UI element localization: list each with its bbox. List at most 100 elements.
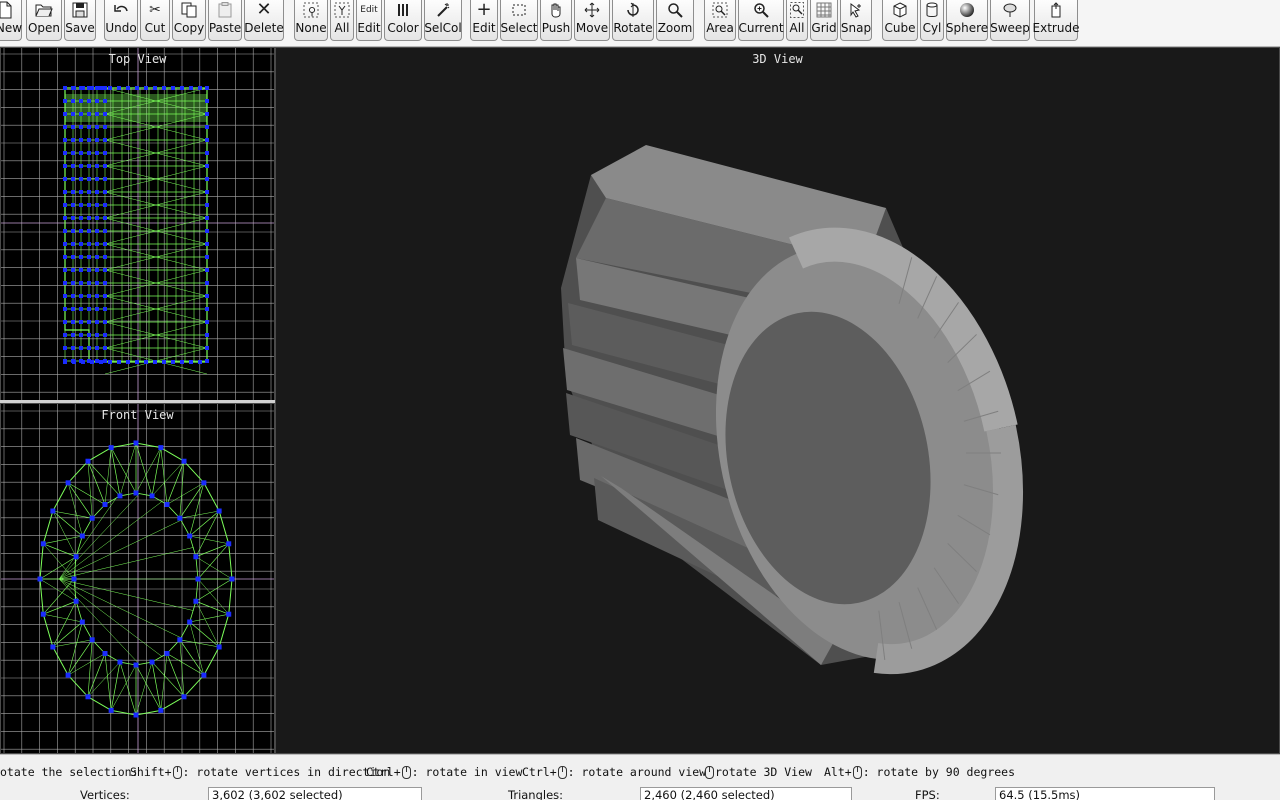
select-tool-button[interactable]: Select (500, 0, 538, 41)
cyl-label: Cyl (922, 21, 942, 35)
undo-label: Undo (105, 21, 137, 35)
sphere-icon (947, 0, 987, 20)
hint-action: rotate 3D View (715, 765, 812, 779)
front-view-viewport[interactable]: Front View (0, 403, 275, 754)
copy-label: Copy (173, 21, 205, 35)
delete-button[interactable]: ✕ Delete (244, 0, 284, 41)
zoom-label: Zoom (657, 21, 693, 35)
move-button[interactable]: Move (574, 0, 610, 41)
x-delete-icon: ✕ (256, 0, 272, 20)
edit-mode-icon: Edit (360, 4, 378, 15)
triangles-count: 2,460 (2,460 selected) (640, 787, 852, 800)
mouse-icon (705, 765, 714, 779)
paste-button[interactable]: Paste (208, 0, 242, 41)
sphere-label: Sphere (945, 21, 989, 35)
copy-button[interactable]: Copy (172, 0, 206, 41)
rotate-icon (613, 0, 653, 20)
3d-view-canvas[interactable] (276, 48, 1280, 754)
cut-button[interactable]: ✂ Cut (140, 0, 170, 41)
3d-view-viewport[interactable]: 3D View (275, 47, 1280, 754)
color-button[interactable]: Color (384, 0, 422, 41)
hint-drag-3d: rotate 3D View (704, 765, 812, 779)
select-all-button[interactable]: All (330, 0, 354, 41)
top-view-viewport[interactable]: Top View (0, 47, 275, 401)
top-wireframe (64, 87, 208, 375)
fps-value: 64.5 (15.5ms) (995, 787, 1215, 800)
paste-label: Paste (208, 21, 242, 35)
top-view-canvas[interactable] (1, 48, 275, 401)
sphere-button[interactable]: Sphere (946, 0, 988, 41)
hint-rotate-selection: otate the selection: (0, 765, 138, 779)
toolbar: New Open Save Undo ✂ Cut Copy Paste ✕ De… (0, 0, 1280, 47)
front-view-canvas[interactable] (1, 404, 275, 754)
push-label: Push (541, 21, 571, 35)
triangles-label: Triangles: (508, 788, 564, 800)
edit-mode-button[interactable]: Edit Edit (356, 0, 382, 41)
crosshair-icon: + (476, 0, 492, 20)
grid-label: Grid (811, 21, 837, 35)
cylinder-button[interactable]: Cyl (920, 0, 944, 41)
hint-modifier: Alt+ (824, 765, 852, 779)
color-label: Color (387, 21, 419, 35)
zoom-all-label: All (789, 21, 805, 35)
zoom-area-button[interactable]: Area (704, 0, 736, 41)
3d-mesh (561, 145, 1023, 675)
edit-tool-label: Edit (472, 21, 496, 35)
mouse-icon (557, 765, 567, 779)
edit-tool-button[interactable]: + Edit (470, 0, 498, 41)
copy-icon (173, 0, 205, 20)
zoom-button[interactable]: Zoom (656, 0, 694, 41)
grid-icon (811, 0, 837, 20)
snap-button[interactable]: Snap (840, 0, 872, 41)
hint-modifier: Shift+ (130, 765, 172, 779)
move-arrows-icon (575, 0, 609, 20)
hint-action: : rotate around view (567, 765, 707, 779)
hint-modifier: Ctrl+ (366, 765, 401, 779)
hint-action: : rotate vertices in direction (182, 765, 391, 779)
save-label: Save (65, 21, 95, 35)
hint-alt-drag: Alt+ : rotate by 90 degrees (824, 765, 1015, 779)
grid-button[interactable]: Grid (810, 0, 838, 41)
undo-button[interactable]: Undo (104, 0, 138, 41)
rotate-label: Rotate (613, 21, 653, 35)
new-button[interactable]: New (0, 0, 22, 41)
zoom-all-button[interactable]: All (786, 0, 808, 41)
select-none-button[interactable]: ⚲ None (294, 0, 328, 41)
select-all-icon (331, 0, 353, 20)
new-file-icon (0, 0, 21, 20)
selcol-button[interactable]: SelCol (424, 0, 462, 41)
cylinder-icon (921, 0, 943, 20)
snap-cursor-icon (841, 0, 871, 20)
snap-label: Snap (840, 21, 872, 35)
select-none-icon: ⚲ (295, 0, 327, 20)
move-label: Move (575, 21, 609, 35)
sweep-icon (991, 0, 1029, 20)
push-button[interactable]: Push (540, 0, 572, 41)
rotate-button[interactable]: Rotate (612, 0, 654, 41)
mouse-icon (172, 765, 182, 779)
zoom-current-button[interactable]: Current (738, 0, 784, 41)
color-bars-icon (385, 0, 421, 20)
open-label: Open (27, 21, 61, 35)
front-view-title: Front View (101, 408, 174, 422)
svg-text:⚲: ⚲ (308, 5, 316, 18)
vertices-count: 3,602 (3,602 selected) (208, 787, 422, 800)
paste-icon (209, 0, 241, 20)
top-view-title: Top View (108, 52, 167, 66)
extrude-button[interactable]: Extrude (1032, 0, 1080, 41)
sweep-button[interactable]: Sweep (990, 0, 1030, 41)
save-button[interactable]: Save (64, 0, 96, 41)
selcol-label: SelCol (424, 21, 462, 35)
open-folder-icon (27, 0, 61, 20)
mouse-icon (852, 765, 862, 779)
fps-label: FPS: (915, 788, 940, 800)
zoom-area-icon (705, 0, 735, 20)
scissors-icon: ✂ (149, 2, 161, 18)
hand-icon (541, 0, 571, 20)
save-disk-icon (65, 0, 95, 20)
extrude-label: Extrude (1032, 21, 1080, 35)
edit-label: Edit (357, 21, 381, 35)
extrude-icon (1035, 0, 1077, 20)
open-button[interactable]: Open (26, 0, 62, 41)
cube-button[interactable]: Cube (882, 0, 918, 41)
